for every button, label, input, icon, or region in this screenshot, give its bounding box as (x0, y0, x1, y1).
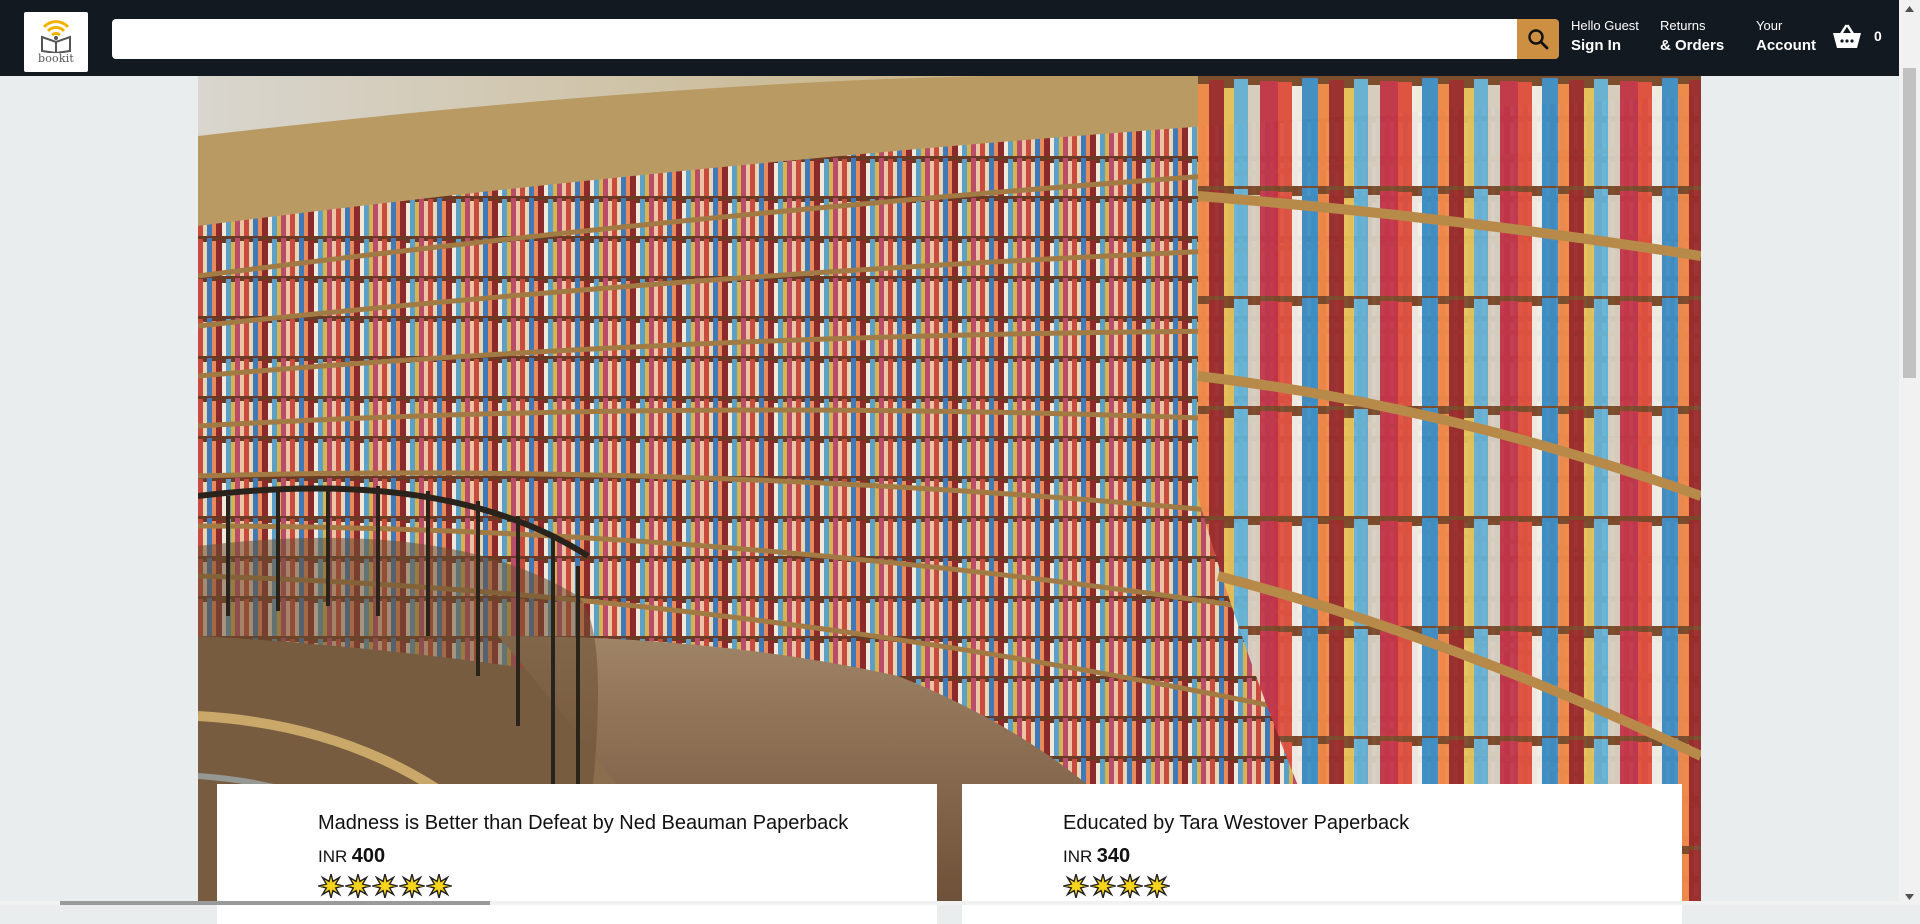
logo-text: bookit (37, 52, 75, 65)
product-title[interactable]: Educated by Tara Westover Paperback (1063, 812, 1409, 835)
search-button[interactable] (1517, 19, 1559, 59)
orders-line1: Returns (1660, 18, 1706, 33)
star-icon (1090, 874, 1116, 898)
basket-icon (1833, 24, 1861, 48)
star-icon (1117, 874, 1143, 898)
hero-banner-image (198, 76, 1701, 905)
account-link[interactable]: Account (1756, 37, 1816, 54)
product-title[interactable]: Madness is Better than Defeat by Ned Bea… (318, 812, 848, 835)
signin-greeting: Hello Guest (1571, 18, 1639, 33)
horizontal-scroll-thumb[interactable] (60, 901, 490, 905)
star-icon (426, 874, 452, 898)
header: bookit Hello Guest Sign In Returns & Ord… (0, 0, 1899, 76)
price-value: 340 (1096, 845, 1131, 867)
star-icon (345, 874, 371, 898)
signin-option[interactable]: Hello Guest Sign In (1571, 18, 1639, 54)
search-input[interactable] (112, 19, 1517, 59)
account-line1: Your (1756, 18, 1783, 33)
scroll-up-arrow-icon[interactable] (1899, 0, 1920, 17)
vertical-scrollbar[interactable] (1899, 0, 1920, 905)
star-icon (399, 874, 425, 898)
product-rating (318, 874, 848, 898)
horizontal-scrollbar[interactable] (0, 901, 1899, 905)
price-currency: INR (318, 847, 348, 866)
basket-button[interactable]: 0 (1832, 22, 1882, 50)
scroll-thumb[interactable] (1903, 68, 1916, 378)
library-illustration (198, 76, 1701, 905)
product-price: INR 340 (1063, 845, 1409, 868)
star-icon (1144, 874, 1170, 898)
product-price: INR 400 (318, 845, 848, 868)
price-value: 400 (351, 845, 386, 867)
star-icon (372, 874, 398, 898)
product-info: Educated by Tara Westover Paperback INR … (1063, 812, 1409, 898)
orders-link[interactable]: & Orders (1660, 37, 1724, 54)
book-wifi-logo-icon (41, 20, 71, 53)
search-icon (1528, 29, 1549, 50)
product-rating (1063, 874, 1409, 898)
star-icon (318, 874, 344, 898)
account-option[interactable]: Your Account (1756, 18, 1816, 54)
logo[interactable]: bookit (24, 12, 88, 72)
basket-count: 0 (1874, 28, 1882, 44)
scroll-down-arrow-icon[interactable] (1899, 888, 1920, 905)
signin-link[interactable]: Sign In (1571, 37, 1639, 54)
orders-option[interactable]: Returns & Orders (1660, 18, 1724, 54)
product-info: Madness is Better than Defeat by Ned Bea… (318, 812, 848, 898)
star-icon (1063, 874, 1089, 898)
price-currency: INR (1063, 847, 1093, 866)
